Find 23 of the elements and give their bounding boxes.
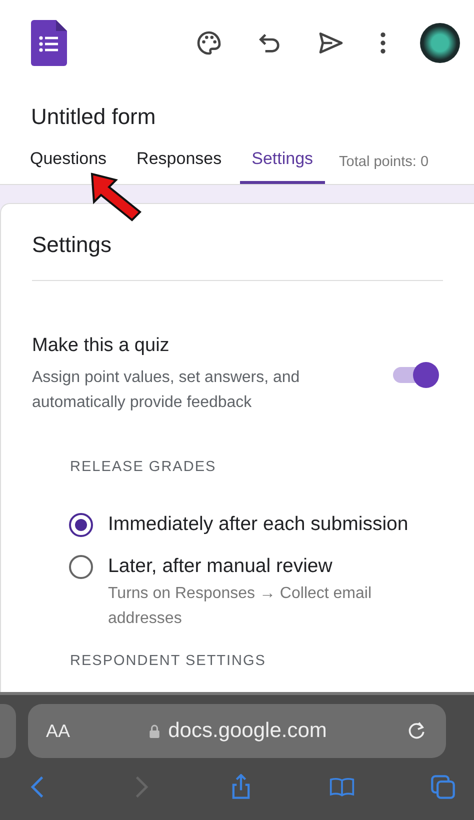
- address-bar[interactable]: AA docs.google.com: [28, 704, 446, 758]
- quiz-description: Assign point values, set answers, and automatically provide feedback: [32, 368, 301, 413]
- tab[interactable]: Questions: [30, 149, 107, 184]
- palette-icon[interactable]: [195, 29, 223, 57]
- option-label: Immediately after each submission: [108, 513, 408, 536]
- radio-button[interactable]: [69, 555, 93, 579]
- text-size-button[interactable]: AA: [46, 720, 70, 742]
- section-heading: RELEASE GRADES: [70, 459, 218, 475]
- settings-title: Settings: [32, 232, 112, 258]
- quiz-label: Make this a quiz: [32, 335, 170, 357]
- option-note: Turns on Responses → Collect email addresses: [108, 584, 373, 629]
- tab[interactable]: Responses: [136, 149, 222, 184]
- url-text: docs.google.com: [168, 719, 327, 743]
- form-title: Untitled form: [30, 103, 157, 130]
- annotation-arrow: [90, 172, 142, 222]
- lock-icon: [149, 724, 160, 738]
- section-heading: RESPONDENT SETTINGS: [70, 653, 267, 669]
- avatar[interactable]: [420, 23, 460, 63]
- forms-logo-icon[interactable]: [31, 20, 67, 66]
- radio-button[interactable]: [69, 513, 93, 537]
- option-label: Later, after manual review: [108, 555, 334, 578]
- total-points: Total points: 0: [339, 154, 429, 172]
- quiz-toggle[interactable]: [391, 361, 441, 389]
